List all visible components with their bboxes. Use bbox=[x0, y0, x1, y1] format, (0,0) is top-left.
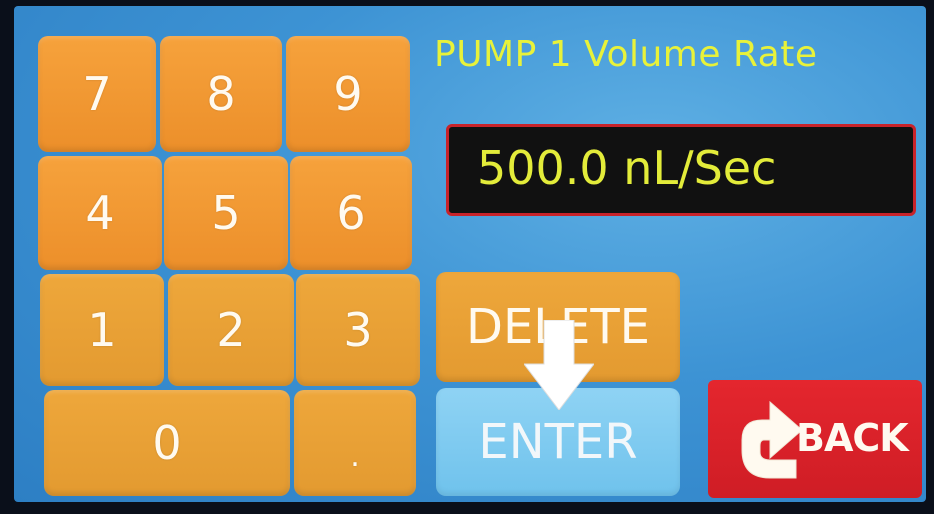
key-decimal[interactable]: . bbox=[294, 390, 416, 496]
key-2[interactable]: 2 bbox=[168, 274, 294, 386]
key-9[interactable]: 9 bbox=[286, 36, 410, 152]
page-title: PUMP 1 Volume Rate bbox=[434, 34, 818, 75]
key-7[interactable]: 7 bbox=[38, 36, 156, 152]
key-3[interactable]: 3 bbox=[296, 274, 420, 386]
key-6[interactable]: 6 bbox=[290, 156, 412, 270]
back-button[interactable]: BACK bbox=[708, 380, 922, 498]
back-label: BACK bbox=[796, 416, 909, 460]
key-5[interactable]: 5 bbox=[164, 156, 288, 270]
value-display-text: 500.0 nL/Sec bbox=[477, 141, 777, 195]
pump-screen: 7 8 9 4 5 6 1 2 3 0 . PUMP 1 Volume Rate… bbox=[14, 6, 926, 502]
down-arrow-icon bbox=[524, 320, 594, 410]
key-4[interactable]: 4 bbox=[38, 156, 162, 270]
key-8[interactable]: 8 bbox=[160, 36, 282, 152]
value-display: 500.0 nL/Sec bbox=[446, 124, 916, 216]
key-0[interactable]: 0 bbox=[44, 390, 290, 496]
key-1[interactable]: 1 bbox=[40, 274, 164, 386]
